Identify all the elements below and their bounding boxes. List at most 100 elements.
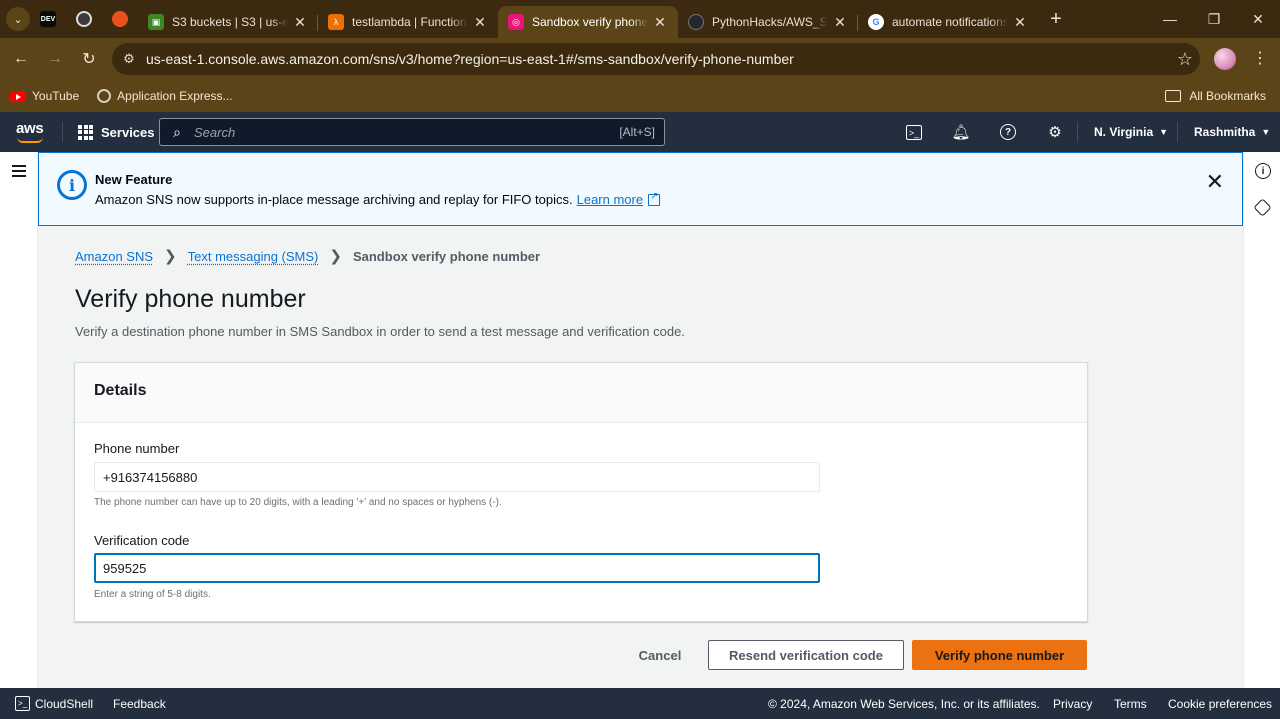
bookmark-youtube[interactable]: YouTube	[10, 89, 79, 103]
restore-icon[interactable]: ❐	[1192, 0, 1236, 38]
hamburger-menu-icon[interactable]	[12, 165, 26, 180]
phone-number-hint: The phone number can have up to 20 digit…	[94, 497, 502, 508]
banner-message: Amazon SNS now supports in-place message…	[95, 191, 661, 207]
tab-title: S3 buckets | S3 | us-east-1	[172, 15, 288, 29]
info-panel-icon[interactable]: i	[1255, 163, 1271, 179]
bookmark-label: YouTube	[32, 89, 80, 103]
verification-code-field[interactable]: 959525	[94, 553, 820, 583]
close-tab-icon[interactable]: ✕	[652, 14, 668, 31]
gear-icon[interactable]: ⚙	[1047, 124, 1063, 141]
tab-search-icon[interactable]: ⌄	[6, 7, 30, 31]
phone-number-label: Phone number	[94, 441, 180, 456]
page-description: Verify a destination phone number in SMS…	[75, 324, 685, 339]
cloudshell-icon[interactable]: >_	[906, 125, 922, 140]
aws-search-input[interactable]: ⌕ Search [Alt+S]	[159, 118, 665, 146]
url-text[interactable]: us-east-1.console.aws.amazon.com/sns/v3/…	[146, 51, 1170, 67]
page-title: Verify phone number	[75, 285, 306, 313]
terminal-icon: >_	[15, 696, 30, 711]
main-content: Amazon SNS ❯ Text messaging (SMS) ❯ Sand…	[38, 226, 1243, 688]
resources-icon[interactable]	[1253, 198, 1272, 217]
bookmark-star-icon[interactable]: ☆	[1170, 49, 1200, 70]
resend-verification-code-button[interactable]: Resend verification code	[708, 640, 904, 670]
site-info-icon[interactable]: ⚙	[112, 51, 146, 67]
verification-code-value: 959525	[103, 560, 147, 576]
back-icon[interactable]: ←	[4, 42, 38, 76]
copyright-text: © 2024, Amazon Web Services, Inc. or its…	[768, 696, 1040, 711]
cookie-preferences-link[interactable]: Cookie preferences	[1168, 688, 1272, 719]
bell-icon[interactable]: 🔔︎	[951, 124, 970, 141]
privacy-link[interactable]: Privacy	[1053, 688, 1092, 719]
bookmarks-bar: YouTube Application Express... All Bookm…	[0, 80, 1280, 112]
form-actions: Cancel Resend verification code Verify p…	[38, 640, 1243, 670]
dev-icon: DEV	[40, 11, 56, 27]
banner-title: New Feature	[95, 172, 173, 187]
grid-icon	[78, 124, 93, 140]
aws-logo[interactable]: aws	[16, 120, 48, 146]
close-tab-icon[interactable]: ✕	[832, 14, 848, 31]
cloudshell-label: CloudShell	[35, 696, 94, 711]
profile-avatar[interactable]	[1214, 48, 1236, 70]
tab-automate-notifications[interactable]: G automate notifications ✕	[858, 7, 1038, 37]
github-icon	[688, 14, 704, 30]
tab-testlambda[interactable]: λ testlambda | Functions | Lambda ✕	[318, 7, 498, 37]
cancel-button[interactable]: Cancel	[625, 640, 695, 670]
browser-tab-strip: ⌄ DEV ▣ S3 buckets | S3 | us-east-1 ✕ λ …	[0, 0, 1280, 38]
new-tab-button[interactable]: +	[1042, 5, 1070, 33]
right-tools-rail: i	[1243, 152, 1280, 688]
tab-icon	[112, 11, 128, 27]
bookmark-application-express[interactable]: Application Express...	[97, 89, 233, 103]
pinned-tab-chatgpt[interactable]	[66, 4, 102, 34]
forward-icon[interactable]: →	[38, 42, 72, 76]
user-label: Rashmitha	[1194, 125, 1256, 139]
browser-menu-icon[interactable]: ⋮	[1250, 48, 1270, 70]
breadcrumb-text-messaging[interactable]: Text messaging (SMS)	[188, 249, 319, 264]
cloudshell-button[interactable]: >_ CloudShell	[15, 688, 93, 719]
pinned-tab-3[interactable]	[102, 4, 138, 34]
search-placeholder: Search	[194, 124, 236, 140]
details-header: Details	[75, 363, 1087, 423]
globe-icon	[97, 89, 112, 103]
help-icon[interactable]: ?	[1000, 124, 1016, 140]
pinned-tab-dev[interactable]: DEV	[30, 4, 66, 34]
feedback-link[interactable]: Feedback	[113, 688, 166, 719]
terms-link[interactable]: Terms	[1114, 688, 1147, 719]
s3-icon: ▣	[148, 14, 164, 30]
aws-top-nav: aws Services ⌕ Search [Alt+S] >_ 🔔︎ ? ⚙ …	[0, 112, 1280, 152]
phone-number-field[interactable]: +916374156880	[94, 462, 820, 492]
banner-text: Amazon SNS now supports in-place message…	[95, 192, 573, 207]
chevron-right-icon: ❯	[329, 248, 342, 265]
close-tab-icon[interactable]: ✕	[1012, 14, 1028, 31]
verify-phone-number-button[interactable]: Verify phone number	[912, 640, 1087, 670]
verification-code-hint: Enter a string of 5-8 digits.	[94, 589, 211, 600]
all-bookmarks[interactable]: All Bookmarks	[1165, 80, 1266, 112]
learn-more-link[interactable]: Learn more	[577, 192, 643, 207]
address-bar[interactable]: ⚙ us-east-1.console.aws.amazon.com/sns/v…	[112, 43, 1200, 75]
region-label: N. Virginia	[1094, 125, 1154, 139]
console-footer: >_ CloudShell Feedback © 2024, Amazon We…	[0, 688, 1280, 719]
search-shortcut: [Alt+S]	[619, 125, 655, 139]
minimize-icon[interactable]: —	[1148, 0, 1192, 38]
chevron-right-icon: ❯	[164, 248, 177, 265]
browser-toolbar: ← → ↻ ⚙ us-east-1.console.aws.amazon.com…	[0, 38, 1280, 80]
youtube-icon	[10, 90, 26, 102]
account-menu[interactable]: Rashmitha ▼	[1194, 112, 1270, 152]
info-icon: i	[57, 170, 87, 200]
all-bookmarks-label: All Bookmarks	[1189, 89, 1266, 103]
tab-pythonhacks[interactable]: PythonHacks/AWS_SNS ✕	[678, 7, 858, 37]
aws-logo-text: aws	[16, 120, 44, 137]
sns-icon: ◎	[508, 14, 524, 30]
phone-number-value: +916374156880	[103, 469, 198, 485]
tab-s3-buckets[interactable]: ▣ S3 buckets | S3 | us-east-1 ✕	[138, 7, 318, 37]
details-panel: Details Phone number +916374156880 The p…	[74, 362, 1088, 622]
breadcrumb-amazon-sns[interactable]: Amazon SNS	[75, 249, 153, 264]
region-selector[interactable]: N. Virginia ▼	[1094, 112, 1168, 152]
close-window-icon[interactable]: ✕	[1236, 0, 1280, 38]
close-icon[interactable]: ✕	[1206, 169, 1224, 195]
close-tab-icon[interactable]: ✕	[472, 14, 488, 31]
close-tab-icon[interactable]: ✕	[292, 14, 308, 31]
external-link-icon[interactable]	[648, 191, 661, 206]
google-icon: G	[868, 14, 884, 30]
reload-icon[interactable]: ↻	[72, 42, 106, 76]
services-menu[interactable]: Services	[78, 112, 155, 152]
tab-sandbox-verify[interactable]: ◎ Sandbox verify phone number ✕	[498, 6, 678, 38]
